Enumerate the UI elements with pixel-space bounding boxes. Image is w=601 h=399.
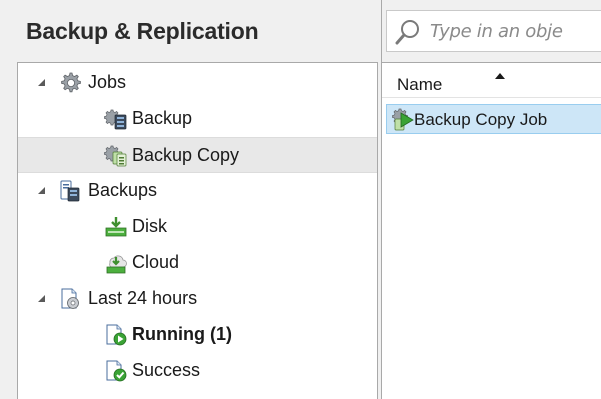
search-icon xyxy=(395,18,421,46)
search-placeholder: Type in an obje xyxy=(430,21,563,42)
content-pane: Type in an obje Name Backup Copy Job xyxy=(381,0,601,399)
disk-icon xyxy=(104,215,128,239)
navigation-pane: Backup & Replication Jobs Backup Backup … xyxy=(0,0,381,399)
search-input[interactable]: Type in an obje xyxy=(386,10,601,52)
list-header: Name xyxy=(382,62,601,98)
column-header-name[interactable]: Name xyxy=(397,75,442,95)
tree-item-label: Backups xyxy=(88,180,158,200)
running-icon xyxy=(104,323,128,347)
tree-item-label: Success xyxy=(132,360,201,380)
tree-item-running[interactable]: Running (1) xyxy=(18,317,377,353)
tree-item-success[interactable]: Success xyxy=(18,353,377,389)
tree-item-label: Jobs xyxy=(88,72,127,92)
tree-item-label: Running (1) xyxy=(132,324,232,344)
tree-item-label: Disk xyxy=(132,216,167,236)
backups-icon xyxy=(58,179,82,203)
tree-item-disk[interactable]: Disk xyxy=(18,209,377,245)
tree-item-backup-copy[interactable]: Backup Copy xyxy=(18,137,377,173)
sessions-icon xyxy=(58,287,82,311)
tree-item-backup[interactable]: Backup xyxy=(18,101,377,137)
success-icon xyxy=(104,359,128,383)
collapse-icon[interactable] xyxy=(37,294,47,304)
sort-ascending-icon xyxy=(494,67,506,79)
gear-icon xyxy=(58,71,82,95)
collapse-icon[interactable] xyxy=(37,186,47,196)
backup-copy-job-icon xyxy=(104,143,128,167)
navigation-tree: Jobs Backup Backup Copy Backups Disk Clo… xyxy=(17,62,378,399)
search-bar: Type in an obje xyxy=(382,0,601,62)
tree-item-last-24-hours[interactable]: Last 24 hours xyxy=(18,281,377,317)
tree-item-label: Backup xyxy=(132,108,193,128)
list-item-name: Backup Copy Job xyxy=(414,110,548,129)
tree-item-backups[interactable]: Backups xyxy=(18,173,377,209)
list-item[interactable]: Backup Copy Job xyxy=(386,104,601,134)
collapse-icon[interactable] xyxy=(37,78,47,88)
tree-item-label: Last 24 hours xyxy=(88,288,198,308)
backup-job-icon xyxy=(104,107,128,131)
tree-item-label: Backup Copy xyxy=(132,145,240,165)
pane-title: Backup & Replication xyxy=(26,18,259,44)
tree-item-jobs[interactable]: Jobs xyxy=(18,65,377,101)
tree-item-label: Cloud xyxy=(132,252,180,272)
tree-item-cloud[interactable]: Cloud xyxy=(18,245,377,281)
cloud-icon xyxy=(104,251,128,275)
